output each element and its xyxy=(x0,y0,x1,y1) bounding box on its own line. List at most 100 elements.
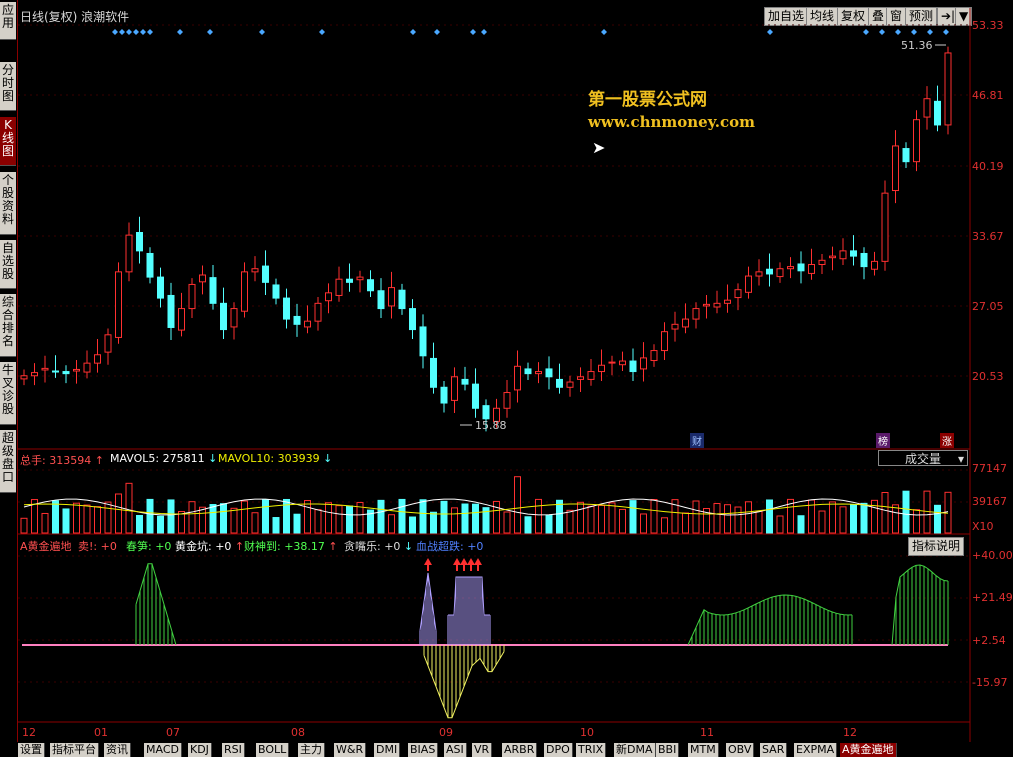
volume-bar xyxy=(73,502,80,534)
candle-body xyxy=(115,271,122,338)
candle-body xyxy=(220,302,227,331)
limit-up-marker[interactable]: 涨 xyxy=(940,433,954,448)
candle-body xyxy=(787,266,794,270)
indicator-help-button[interactable]: 指标说明 xyxy=(908,537,965,556)
volume-bar xyxy=(650,498,658,534)
volume-bar xyxy=(734,506,742,534)
signal-diamond-icon xyxy=(911,29,917,35)
candle-body xyxy=(724,299,731,304)
volume-tick: 39167 xyxy=(972,495,1007,508)
volume-bar xyxy=(451,507,458,534)
volume-bar xyxy=(409,516,416,534)
candle-body xyxy=(913,119,920,163)
volume-bar xyxy=(125,482,133,534)
bottom-tab-13[interactable]: ARBR xyxy=(502,743,538,757)
volume-total-label: 总手: 313594 ↑ xyxy=(20,454,104,467)
time-tick: 09 xyxy=(439,726,453,739)
signal-diamond-icon xyxy=(879,29,885,35)
bottom-tab-21[interactable]: EXPMA xyxy=(794,743,838,757)
finance-marker[interactable]: 财 xyxy=(690,433,704,448)
price-tick: 27.05 xyxy=(972,300,1004,313)
bottom-tab-11[interactable]: ASI xyxy=(444,743,467,757)
bottom-tab-3[interactable]: MACD xyxy=(144,743,182,757)
red-up-arrow-icon xyxy=(453,558,461,565)
indicator-tick: +21.49 xyxy=(972,591,1013,604)
bottom-tab-22[interactable]: A黄金遍地 xyxy=(840,743,897,757)
indicator-select-volume[interactable]: 成交量 ▾ xyxy=(878,450,968,466)
bottom-tab-12[interactable]: VR xyxy=(472,743,493,757)
candle-body xyxy=(230,308,238,328)
bottom-tab-14[interactable]: DPO xyxy=(544,743,573,757)
volume-tick: 77147 xyxy=(972,462,1007,475)
watermark-url: www.chnmoney.com xyxy=(588,113,755,131)
candle-body xyxy=(797,263,805,272)
candle-body xyxy=(20,375,28,380)
candle-body xyxy=(829,255,836,259)
time-tick: 01 xyxy=(94,726,108,739)
signal-diamond-icon xyxy=(112,29,118,35)
candle-body xyxy=(314,302,322,322)
bottom-tab-18[interactable]: MTM xyxy=(688,743,719,757)
candle-body xyxy=(850,250,857,257)
bottom-tab-19[interactable]: OBV xyxy=(726,743,755,757)
bottom-tab-6[interactable]: BOLL xyxy=(256,743,290,757)
candle-body xyxy=(136,232,143,252)
volume-bar xyxy=(524,516,532,534)
bottom-tab-7[interactable]: 主力 xyxy=(298,743,325,757)
volume-bar xyxy=(892,504,899,534)
candle-body xyxy=(734,289,742,299)
kline-chart[interactable] xyxy=(0,0,1013,742)
candle-body xyxy=(146,252,154,278)
bottom-tab-1[interactable]: 指标平台 xyxy=(50,743,99,757)
volume-bar xyxy=(577,501,584,534)
bottom-tab-8[interactable]: W&R xyxy=(334,743,367,757)
bottom-tab-20[interactable]: SAR xyxy=(760,743,788,757)
indicator-sell: 卖!: +0 xyxy=(78,540,117,553)
volume-bar xyxy=(724,504,731,534)
volume-bar xyxy=(608,502,616,534)
bottom-tab-5[interactable]: RSI xyxy=(222,743,245,757)
green-plateau xyxy=(687,594,853,646)
volume-bar xyxy=(136,514,143,534)
bottom-tab-17[interactable]: BBI xyxy=(656,743,680,757)
chevron-down-icon: ▾ xyxy=(957,452,964,466)
volume-bar xyxy=(293,513,301,534)
bottom-tab-9[interactable]: DMI xyxy=(374,743,401,757)
candle-body xyxy=(209,277,217,304)
bottom-tab-15[interactable]: TRIX xyxy=(576,743,607,757)
red-up-arrow-icon xyxy=(474,558,482,565)
price-tick: 53.33 xyxy=(972,19,1004,32)
volume-bar xyxy=(839,506,847,534)
bottom-tab-10[interactable]: BIAS xyxy=(408,743,439,757)
volume-bar xyxy=(566,509,574,534)
volume-bar xyxy=(272,517,280,534)
time-tick: 12 xyxy=(22,726,36,739)
candle-body xyxy=(104,334,112,353)
candle-body xyxy=(703,303,710,307)
signal-diamond-icon xyxy=(319,29,325,35)
candle-body xyxy=(671,323,679,330)
candle-body xyxy=(199,274,206,283)
signal-diamond-icon xyxy=(133,29,139,35)
candle-body xyxy=(440,386,448,404)
bottom-tab-4[interactable]: KDJ xyxy=(188,743,212,757)
signal-diamond-icon xyxy=(207,29,213,35)
candle-body xyxy=(62,371,70,375)
volume-bar xyxy=(755,510,763,534)
candle-body xyxy=(52,370,59,373)
bottom-tab-0[interactable]: 设置 xyxy=(18,743,45,757)
rank-marker[interactable]: 榜 xyxy=(876,433,890,448)
candle-body xyxy=(577,376,584,380)
time-tick: 11 xyxy=(700,726,714,739)
candle-body xyxy=(178,308,185,331)
candle-body xyxy=(272,284,280,299)
candle-body xyxy=(304,320,311,328)
candle-body xyxy=(545,368,553,378)
bottom-tab-2[interactable]: 资讯 xyxy=(104,743,131,757)
signal-diamond-icon xyxy=(470,29,476,35)
volume-bar xyxy=(619,508,626,534)
bottom-tab-16[interactable]: 新DMA xyxy=(614,743,656,757)
volume-bar xyxy=(881,491,889,534)
candle-body xyxy=(167,294,175,328)
volume-bar xyxy=(661,517,668,534)
